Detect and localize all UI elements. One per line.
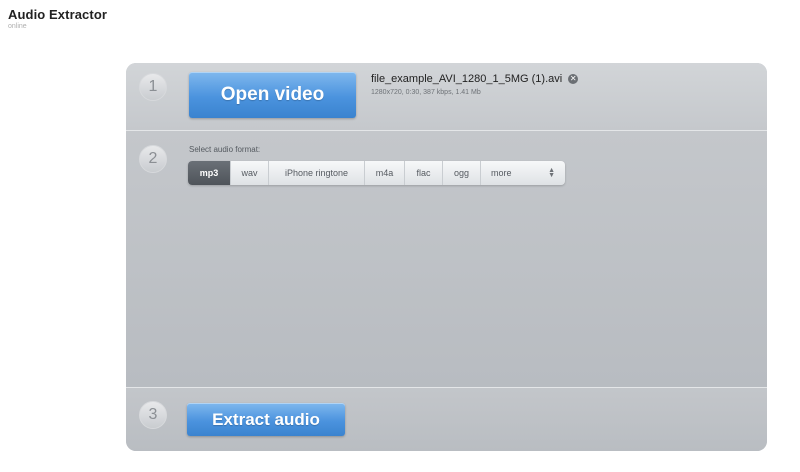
app-header: Audio Extractor online <box>8 7 107 30</box>
updown-arrows-icon: ▲ ▼ <box>548 167 555 179</box>
app-title: Audio Extractor <box>8 7 108 22</box>
format-option-flac[interactable]: flac <box>405 161 443 185</box>
file-name-row: file_example_AVI_1280_1_5MG (1).avi ✕ <box>371 73 579 85</box>
extractor-panel: 1 Open video file_example_AVI_1280_1_5MG… <box>126 63 767 451</box>
file-info: file_example_AVI_1280_1_5MG (1).avi ✕ 12… <box>371 73 579 96</box>
remove-file-icon[interactable]: ✕ <box>568 74 579 84</box>
format-more-dropdown[interactable]: more ▲ ▼ <box>481 161 565 185</box>
format-option-iphone-ringtone[interactable]: iPhone ringtone <box>269 161 365 185</box>
step-open-video: 1 Open video file_example_AVI_1280_1_5MG… <box>126 63 767 131</box>
step-number-2: 2 <box>139 145 167 173</box>
format-option-mp3[interactable]: mp3 <box>188 161 231 185</box>
format-selector: mp3 wav iPhone ringtone m4a flac ogg mor… <box>188 161 565 185</box>
format-label: Select audio format: <box>189 145 261 154</box>
format-option-wav[interactable]: wav <box>231 161 269 185</box>
file-name: file_example_AVI_1280_1_5MG (1).avi <box>371 73 563 85</box>
file-meta: 1280x720, 0:30, 387 kbps, 1.41 Mb <box>371 89 481 96</box>
step-number-1: 1 <box>139 73 167 101</box>
step-select-format: 2 Select audio format: mp3 wav iPhone ri… <box>126 131 767 388</box>
open-video-button[interactable]: Open video <box>189 72 356 118</box>
format-option-m4a[interactable]: m4a <box>365 161 405 185</box>
extract-audio-button[interactable]: Extract audio <box>187 403 345 436</box>
format-option-ogg[interactable]: ogg <box>443 161 481 185</box>
app-subtitle: online <box>8 23 27 30</box>
step-number-3: 3 <box>139 401 167 429</box>
format-more-label: more <box>491 168 512 178</box>
step-extract: 3 Extract audio <box>126 388 767 451</box>
